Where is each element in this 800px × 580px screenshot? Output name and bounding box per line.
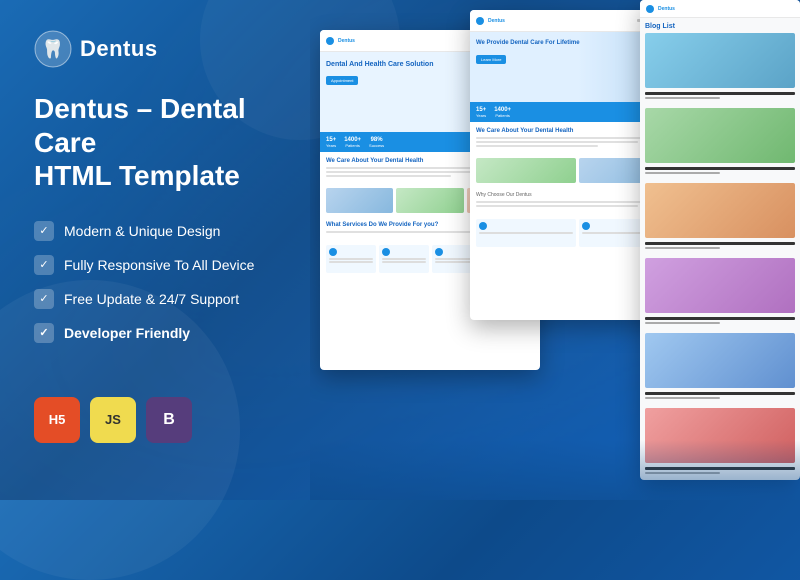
feature-text-3: Free Update & 24/7 Support — [64, 291, 239, 307]
tpl-card-2 — [379, 245, 429, 273]
tpl-card-icon-3 — [435, 248, 443, 256]
tpl-second-logo-name: Dentus — [488, 18, 505, 24]
tpl-second-card-1 — [476, 219, 576, 247]
blog-title-line-1 — [645, 92, 795, 95]
tpl-third-logo-name: Dentus — [658, 6, 675, 12]
feature-item-2: ✓ Fully Responsive To All Device — [34, 255, 280, 275]
tpl-text-line-1 — [326, 167, 492, 169]
feature-text-4: Developer Friendly — [64, 325, 190, 341]
html5-badge: H5 — [34, 397, 80, 443]
tpl-card-icon-2 — [382, 248, 390, 256]
blog-text-3 — [640, 242, 800, 258]
blog-img-5 — [645, 333, 795, 388]
blog-date-line-1 — [645, 97, 720, 99]
right-panel: Dentus Dental And Health Care Solution A… — [310, 0, 800, 500]
blog-section-title: Blog List — [640, 18, 800, 33]
blog-img-2 — [645, 108, 795, 163]
blog-img-3 — [645, 183, 795, 238]
tpl-card-line-1 — [329, 258, 373, 260]
check-icon-2: ✓ — [34, 255, 54, 275]
tpl-third-header: Dentus — [640, 0, 800, 18]
tpl-card-line-2 — [329, 261, 373, 263]
bootstrap-label: B — [163, 411, 175, 429]
tpl-second-line-5 — [476, 205, 638, 207]
tpl-card-line-3 — [382, 258, 426, 260]
tpl-card-line-4 — [382, 261, 426, 263]
main-container: 🦷 Dentus Dentus – Dental Care HTML Templ… — [0, 0, 800, 500]
tpl-stat-1: 15+ Years — [326, 137, 336, 148]
main-title: Dentus – Dental Care HTML Template — [34, 92, 280, 193]
check-icon-4: ✓ — [34, 323, 54, 343]
tpl-second-hero-title: We Provide Dental Care For Lifetime — [476, 40, 588, 48]
third-preview: Dentus Blog List — [640, 0, 800, 480]
blog-title-line-6 — [645, 467, 795, 470]
feature-item-3: ✓ Free Update & 24/7 Support — [34, 289, 280, 309]
blog-title-line-2 — [645, 167, 795, 170]
tpl-second-img-1 — [476, 158, 576, 183]
brand-logo-icon: 🦷 — [34, 30, 72, 68]
svg-text:🦷: 🦷 — [42, 38, 64, 59]
brand-name: Dentus — [80, 36, 158, 62]
tpl-img-1 — [326, 188, 393, 213]
blog-text-2 — [640, 167, 800, 183]
title-line2: HTML Template — [34, 159, 280, 193]
tpl-card-1 — [326, 245, 376, 273]
tpl-main-hero-title: Dental And Health Care Solution — [326, 60, 440, 69]
js-label: JS — [105, 412, 121, 427]
blog-date-line-3 — [645, 247, 720, 249]
tpl-second-line-3 — [476, 145, 598, 147]
tpl-main-cta: Appointment — [326, 76, 358, 85]
blog-text-4 — [640, 317, 800, 333]
features-list: ✓ Modern & Unique Design ✓ Fully Respons… — [34, 221, 280, 357]
blog-title-line-5 — [645, 392, 795, 395]
tpl-second-logo-dot — [476, 17, 484, 25]
title-line1: Dentus – Dental Care — [34, 92, 280, 159]
blog-date-line-4 — [645, 322, 720, 324]
left-panel: 🦷 Dentus Dentus – Dental Care HTML Templ… — [0, 0, 310, 500]
feature-text-1: Modern & Unique Design — [64, 223, 220, 239]
tpl-stat-2: 1400+ Patients — [344, 137, 361, 148]
bootstrap-badge: B — [146, 397, 192, 443]
tpl-second-card-line-1 — [479, 232, 573, 234]
feature-item-4: ✓ Developer Friendly — [34, 323, 280, 343]
blog-text-5 — [640, 392, 800, 408]
logo-area: 🦷 Dentus — [34, 30, 280, 68]
tpl-logo-name: Dentus — [338, 38, 355, 44]
blog-date-line-5 — [645, 397, 720, 399]
js-badge: JS — [90, 397, 136, 443]
check-icon-1: ✓ — [34, 221, 54, 241]
tech-badges: H5 JS B — [34, 397, 280, 443]
html5-label: H5 — [49, 412, 66, 427]
tpl-stat-3: 98% Success — [369, 137, 384, 148]
feature-text-2: Fully Responsive To All Device — [64, 257, 254, 273]
feature-item-1: ✓ Modern & Unique Design — [34, 221, 280, 241]
blog-img-1 — [645, 33, 795, 88]
tpl-second-line-2 — [476, 141, 638, 143]
blog-img-6 — [645, 408, 795, 463]
tpl-second-card-icon-1 — [479, 222, 487, 230]
check-icon-3: ✓ — [34, 289, 54, 309]
tpl-third-logo-dot — [646, 5, 654, 13]
blog-date-line-6 — [645, 472, 720, 474]
blog-text-1 — [640, 92, 800, 108]
blog-date-line-2 — [645, 172, 720, 174]
blog-img-4 — [645, 258, 795, 313]
tpl-logo-dot — [326, 37, 334, 45]
tpl-second-stat-2: 1400+ Patients — [494, 107, 511, 118]
blog-text-6 — [640, 467, 800, 480]
tpl-second-cta: Learn More — [476, 55, 506, 64]
tpl-second-card-icon-2 — [582, 222, 590, 230]
tpl-img-2 — [396, 188, 463, 213]
blog-title-line-4 — [645, 317, 795, 320]
blog-title-line-3 — [645, 242, 795, 245]
tpl-second-stat-1: 15+ Years — [476, 107, 486, 118]
tpl-card-icon-1 — [329, 248, 337, 256]
tpl-text-line-3 — [326, 175, 451, 177]
tpl-text-line-4 — [326, 231, 492, 233]
